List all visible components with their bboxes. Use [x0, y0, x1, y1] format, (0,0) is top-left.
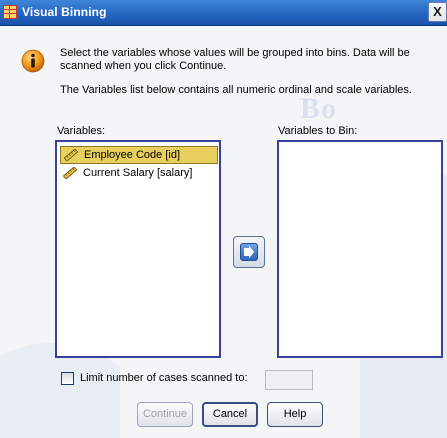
visual-binning-dialog: Bo Visual Binning X Select the variables… — [0, 0, 447, 438]
title-bar: Visual Binning X — [0, 0, 447, 26]
variables-label: Variables: — [57, 125, 106, 137]
variables-to-bin-label: Variables to Bin: — [278, 125, 358, 137]
cancel-button[interactable]: Cancel — [202, 402, 258, 427]
variables-listbox[interactable]: Employee Code [id] Current Salary [salar… — [55, 140, 221, 358]
info-message: Select the variables whose values will b… — [60, 47, 410, 72]
info-message-list-note: The Variables list below contains all nu… — [60, 84, 412, 96]
help-button[interactable]: Help — [267, 402, 323, 427]
list-item-label: Current Salary [salary] — [83, 167, 193, 179]
variables-to-bin-listbox[interactable] — [277, 140, 443, 358]
limit-cases-input[interactable] — [265, 370, 313, 390]
list-item-employee-code[interactable]: Employee Code [id] — [60, 146, 218, 164]
arrow-right-icon-frame — [240, 243, 258, 261]
info-icon — [21, 49, 45, 73]
ruler-icon — [64, 149, 78, 161]
limit-cases-label: Limit number of cases scanned to: — [80, 372, 248, 384]
list-item-current-salary[interactable]: Current Salary [salary] — [60, 165, 218, 181]
move-to-bin-button[interactable] — [233, 236, 265, 268]
close-icon: X — [433, 4, 442, 19]
list-item-label: Employee Code [id] — [84, 149, 180, 161]
arrow-right-icon — [244, 245, 254, 259]
close-button[interactable]: X — [428, 2, 447, 22]
app-icon — [3, 5, 17, 19]
continue-button[interactable]: Continue — [137, 402, 193, 427]
limit-cases-checkbox[interactable] — [61, 372, 74, 385]
watermark-text: Bo — [300, 92, 338, 125]
ruler-icon — [63, 167, 77, 179]
window-title: Visual Binning — [22, 5, 107, 19]
